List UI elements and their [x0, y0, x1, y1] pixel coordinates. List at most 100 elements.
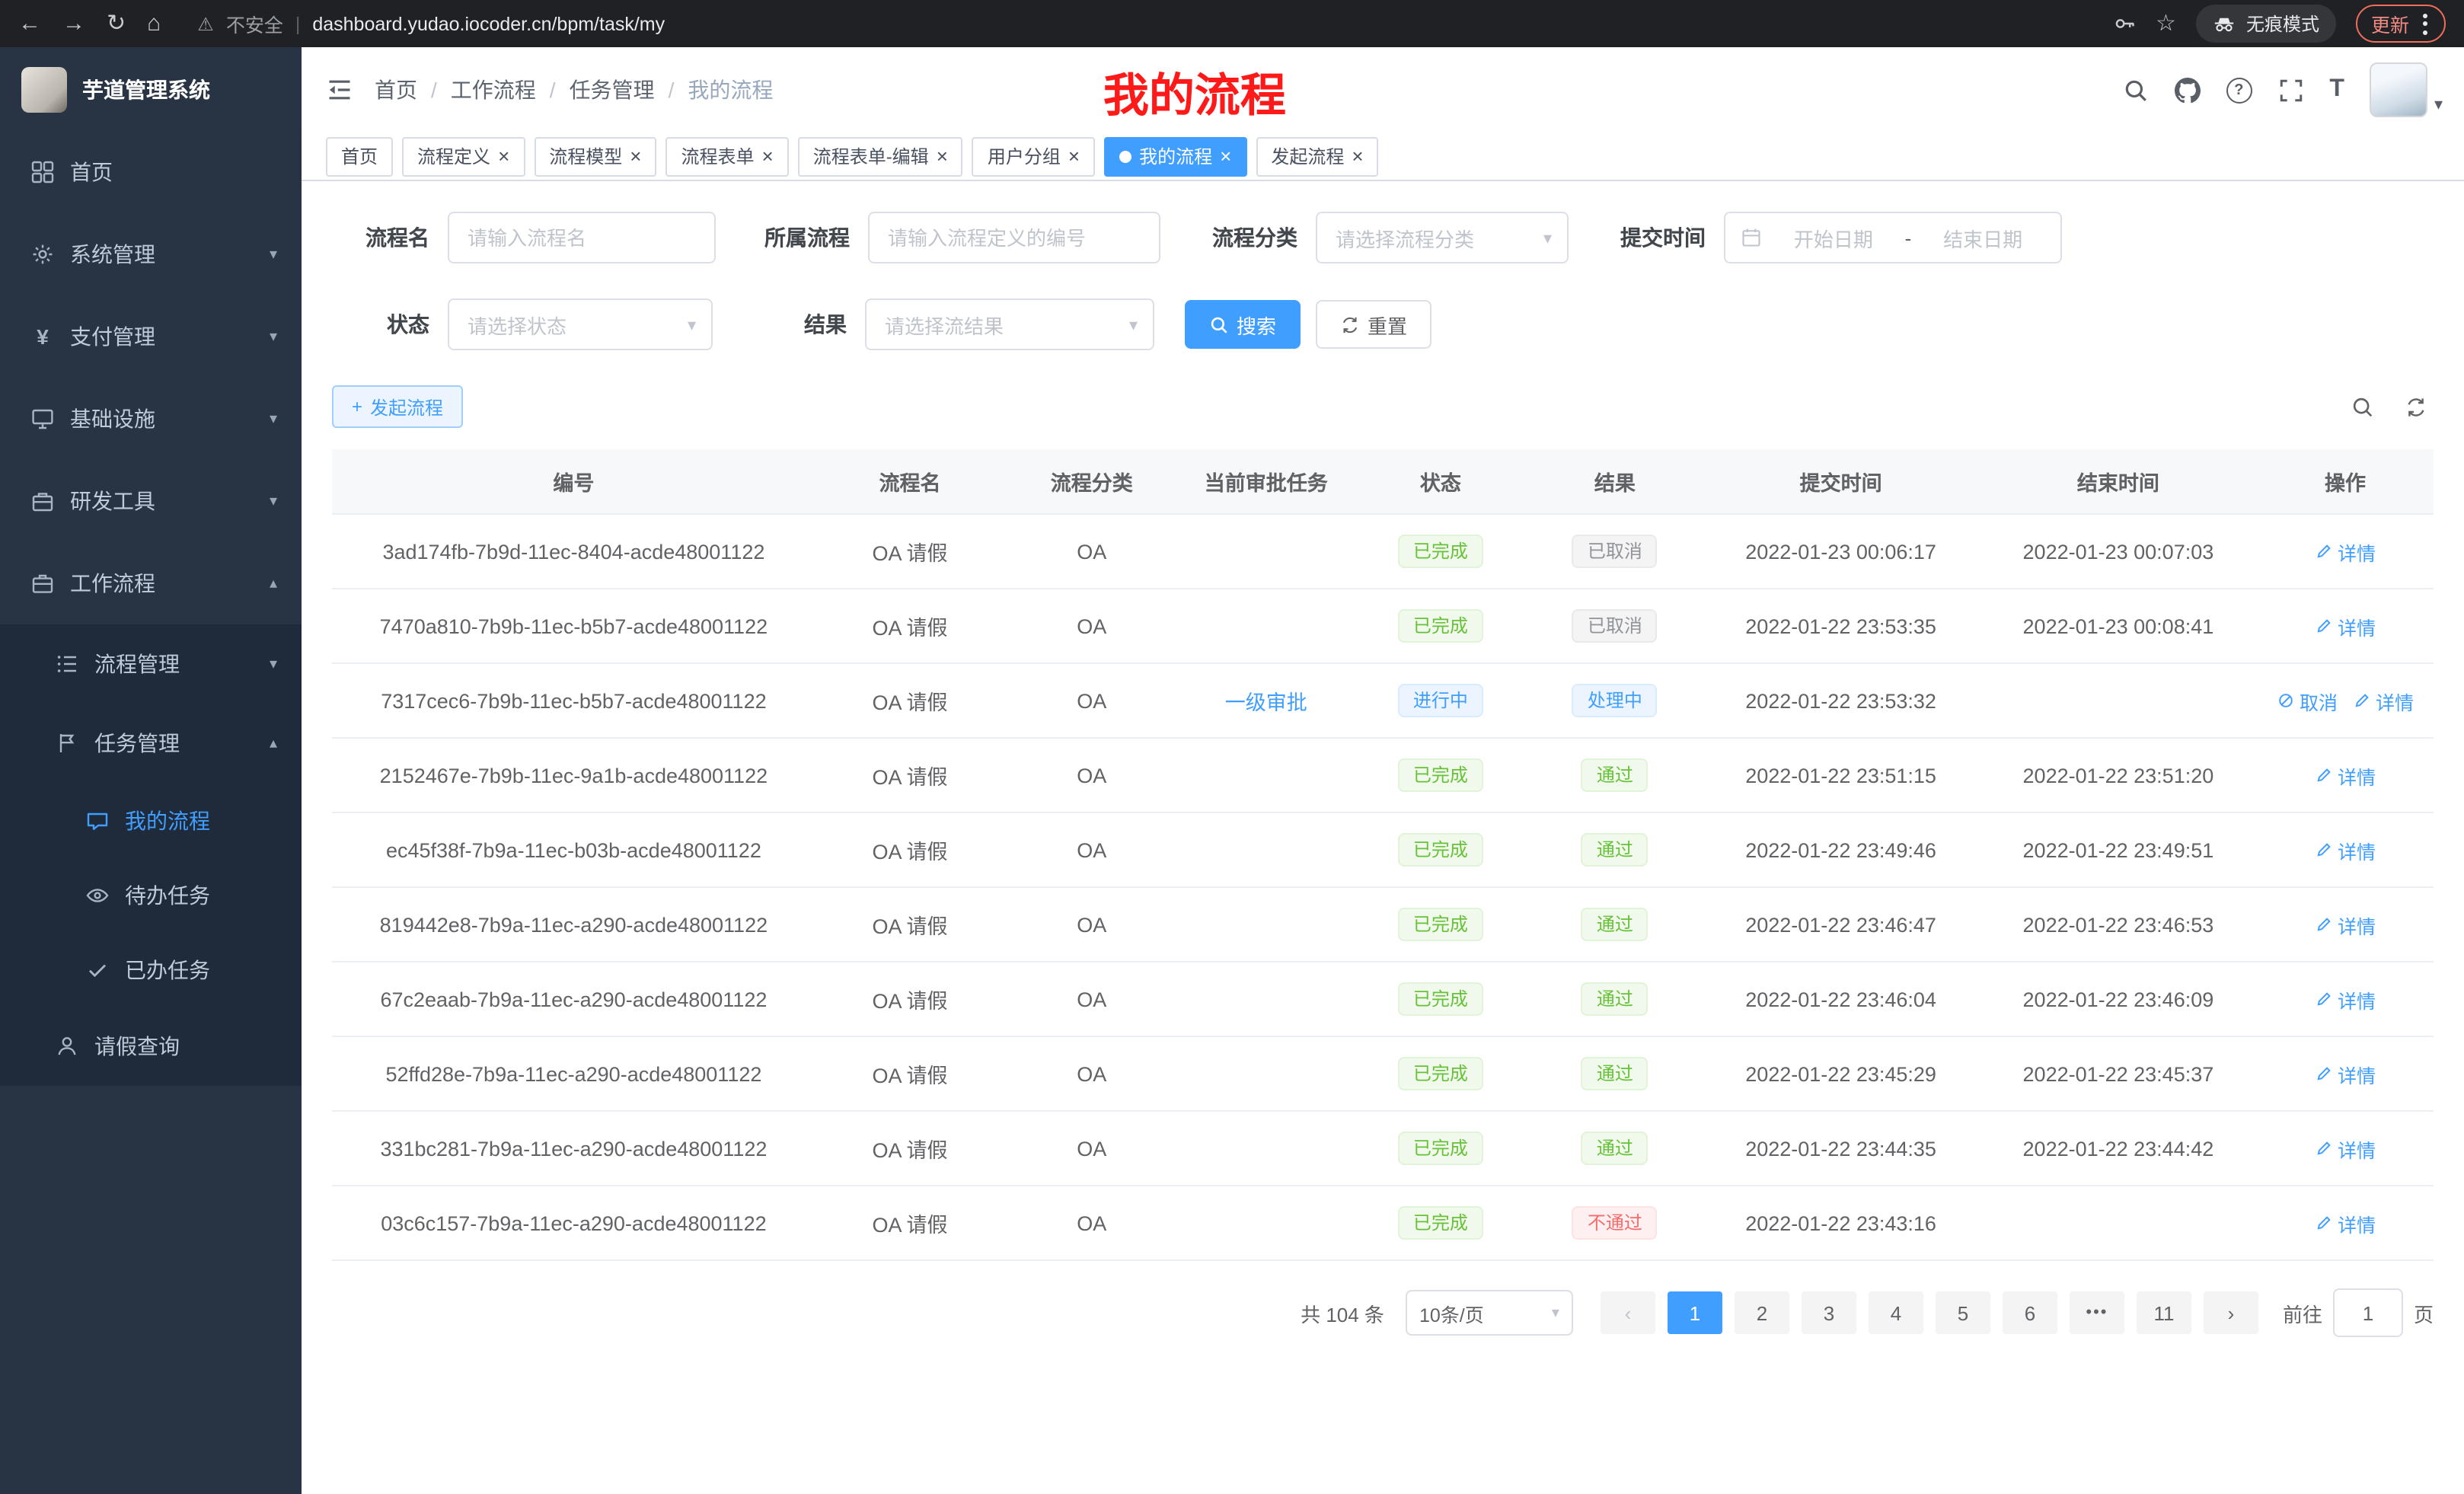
goto-page-input[interactable] — [2333, 1288, 2403, 1337]
app-logo[interactable]: 芋道管理系统 — [0, 47, 302, 131]
page-size-select[interactable]: 10条/页 ▾ — [1406, 1290, 1573, 1336]
github-icon[interactable] — [2174, 77, 2200, 103]
more-pages-icon[interactable]: ••• — [2070, 1291, 2124, 1334]
forward-icon[interactable]: → — [62, 12, 85, 35]
next-page-button[interactable]: › — [2204, 1291, 2258, 1334]
close-icon[interactable]: × — [1068, 146, 1080, 166]
sidebar-item-home[interactable]: 首页 — [0, 131, 302, 213]
url-text[interactable]: dashboard.yudao.iocoder.cn/bpm/task/my — [312, 13, 665, 34]
detail-link-label: 详情 — [2338, 1134, 2376, 1163]
page-button[interactable]: 3 — [1802, 1291, 1856, 1334]
detail-link[interactable]: 详情 — [2315, 910, 2376, 939]
page-button[interactable]: 6 — [2003, 1291, 2057, 1334]
browser-home-icon[interactable]: ⌂ — [147, 12, 161, 35]
search-icon[interactable] — [2122, 77, 2148, 103]
incognito-badge: 无痕模式 — [2196, 5, 2336, 43]
tab-home[interactable]: 首页 — [326, 136, 393, 176]
detail-link[interactable]: 详情 — [2315, 611, 2376, 640]
avatar[interactable] — [2370, 62, 2428, 117]
tab-user-group[interactable]: 用户分组× — [972, 136, 1095, 176]
cell-name: OA 请假 — [815, 962, 1004, 1036]
page-button[interactable]: 1 — [1668, 1291, 1722, 1334]
sidebar-item-system[interactable]: 系统管理 ▾ — [0, 213, 302, 295]
cell-status: 已完成 — [1353, 738, 1527, 812]
check-icon — [85, 957, 110, 982]
tab-process-definition[interactable]: 流程定义× — [402, 136, 525, 176]
reset-button[interactable]: 重置 — [1316, 300, 1431, 349]
close-icon[interactable]: × — [937, 146, 948, 166]
search-button[interactable]: 搜索 — [1185, 300, 1301, 349]
cell-status: 进行中 — [1353, 663, 1527, 738]
result-select[interactable]: 请选择流结果 ▾ — [865, 298, 1154, 350]
sidebar-item-todo-tasks[interactable]: 待办任务 — [0, 857, 302, 932]
tab-process-form-edit[interactable]: 流程表单-编辑× — [798, 136, 963, 176]
sidebar-item-my-process[interactable]: 我的流程 — [0, 783, 302, 857]
close-icon[interactable]: × — [498, 146, 509, 166]
col-id: 编号 — [332, 449, 815, 514]
detail-link[interactable]: 详情 — [2315, 985, 2376, 1014]
detail-link[interactable]: 详情 — [2315, 1059, 2376, 1088]
help-icon[interactable]: ? — [2226, 77, 2252, 103]
user-menu[interactable]: ▾ — [2370, 62, 2443, 117]
back-icon[interactable]: ← — [18, 12, 41, 35]
parent-process-input[interactable] — [868, 212, 1160, 263]
filter-label: 结果 — [743, 309, 865, 340]
bookmark-star-icon[interactable]: ☆ — [2156, 12, 2176, 35]
page-button[interactable]: 2 — [1735, 1291, 1789, 1334]
sidebar-item-process-management[interactable]: 流程管理 ▾ — [0, 624, 302, 704]
create-process-button[interactable]: + 发起流程 — [332, 385, 463, 428]
cell-id: 03c6c157-7b9a-11ec-a290-acde48001122 — [332, 1186, 815, 1260]
reload-icon[interactable]: ↻ — [107, 12, 126, 35]
refresh-table-icon[interactable] — [2405, 395, 2427, 418]
page-button[interactable]: 4 — [1869, 1291, 1923, 1334]
breadcrumb-item[interactable]: 首页 — [375, 75, 417, 105]
close-icon[interactable]: × — [1220, 146, 1231, 166]
page-button[interactable]: 5 — [1936, 1291, 1990, 1334]
key-icon[interactable] — [2113, 12, 2136, 35]
tab-process-form[interactable]: 流程表单× — [665, 136, 788, 176]
close-icon[interactable]: × — [762, 146, 774, 166]
filter-label: 流程名 — [332, 222, 448, 253]
result-tag: 已取消 — [1572, 609, 1658, 643]
close-icon[interactable]: × — [1352, 146, 1363, 166]
detail-link[interactable]: 详情 — [2315, 537, 2376, 566]
breadcrumb-item[interactable]: 工作流程 — [451, 75, 536, 105]
category-select[interactable]: 请选择流程分类 ▾ — [1316, 212, 1569, 263]
sidebar-item-payment[interactable]: ¥ 支付管理 ▾ — [0, 295, 302, 378]
cell-name: OA 请假 — [815, 1186, 1004, 1260]
tab-process-model[interactable]: 流程模型× — [534, 136, 656, 176]
menu-fold-icon[interactable] — [326, 76, 353, 104]
prev-page-button[interactable]: ‹ — [1601, 1291, 1655, 1334]
sidebar-item-workflow[interactable]: 工作流程 ▴ — [0, 542, 302, 624]
sidebar-item-infra[interactable]: 基础设施 ▾ — [0, 378, 302, 460]
detail-link[interactable]: 详情 — [2353, 686, 2414, 715]
address-bar[interactable]: ⚠ 不安全 | dashboard.yudao.iocoder.cn/bpm/t… — [197, 9, 2092, 38]
status-select[interactable]: 请选择状态 ▾ — [448, 298, 713, 350]
detail-link[interactable]: 详情 — [2315, 761, 2376, 790]
cancel-link[interactable]: 取消 — [2277, 686, 2338, 715]
menu-label: 任务管理 — [94, 728, 180, 758]
browser-menu-icon[interactable] — [2420, 10, 2430, 37]
font-size-icon[interactable]: T — [2329, 78, 2344, 102]
page-button[interactable]: 11 — [2137, 1291, 2191, 1334]
toggle-search-icon[interactable] — [2351, 395, 2374, 418]
chat-bubble-icon — [85, 808, 110, 832]
fullscreen-icon[interactable] — [2277, 77, 2303, 103]
security-label[interactable]: 不安全 — [226, 9, 283, 38]
date-range-picker[interactable]: 开始日期 - 结束日期 — [1724, 212, 2062, 263]
process-name-input[interactable] — [448, 212, 716, 263]
sidebar-item-done-tasks[interactable]: 已办任务 — [0, 932, 302, 1007]
sidebar-item-leave-query[interactable]: 请假查询 — [0, 1007, 302, 1086]
caret-down-icon: ▾ — [1129, 314, 1138, 334]
current-task-link[interactable]: 一级审批 — [1225, 691, 1307, 714]
tab-my-process[interactable]: 我的流程× — [1104, 136, 1246, 176]
detail-link[interactable]: 详情 — [2315, 835, 2376, 864]
close-icon[interactable]: × — [630, 146, 641, 166]
update-chip[interactable]: 更新 — [2356, 5, 2446, 43]
sidebar-item-task-management[interactable]: 任务管理 ▴ — [0, 704, 302, 783]
detail-link[interactable]: 详情 — [2315, 1134, 2376, 1163]
breadcrumb-item[interactable]: 任务管理 — [570, 75, 655, 105]
detail-link[interactable]: 详情 — [2315, 1208, 2376, 1237]
tab-start-process[interactable]: 发起流程× — [1256, 136, 1378, 176]
sidebar-item-devtools[interactable]: 研发工具 ▾ — [0, 460, 302, 542]
